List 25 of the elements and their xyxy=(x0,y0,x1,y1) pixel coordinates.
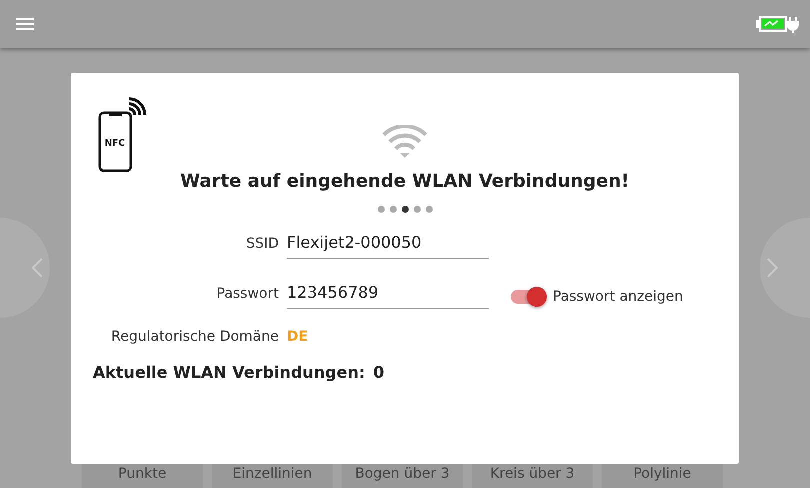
tool-button[interactable]: Polylinie xyxy=(602,462,723,488)
dialog-title: Warte auf eingehende WLAN Verbindungen! xyxy=(180,171,630,192)
menu-icon[interactable] xyxy=(16,18,34,30)
tool-button[interactable]: Bogen über 3 xyxy=(342,462,463,488)
chevron-left-icon[interactable] xyxy=(30,257,44,279)
pager-dot[interactable] xyxy=(402,206,408,213)
pager-dot[interactable] xyxy=(390,206,396,213)
tool-button[interactable]: Kreis über 3 xyxy=(472,462,593,488)
input-field[interactable]: 123456789 xyxy=(287,283,489,309)
wifi-icon xyxy=(382,125,428,159)
connections-label: Aktuelle WLAN Verbindungen: xyxy=(93,363,366,382)
connections-count: 0 xyxy=(373,363,385,382)
pager-dot[interactable] xyxy=(378,206,384,213)
field-label: SSID xyxy=(245,236,279,254)
toggle-label: Passwort anzeigen xyxy=(553,289,684,305)
domain-value: DE xyxy=(287,329,310,345)
domain-label: Regulatorische Domäne xyxy=(110,329,279,345)
chevron-right-icon[interactable] xyxy=(766,257,780,279)
toggle-switch[interactable] xyxy=(511,290,545,304)
tool-button[interactable]: Einzellinien xyxy=(212,462,333,488)
pager-dot[interactable] xyxy=(414,206,420,213)
field-label: Passwort xyxy=(216,286,279,304)
pager-dot[interactable] xyxy=(426,206,432,213)
tool-button[interactable]: Punkte xyxy=(82,462,203,488)
input-field[interactable]: Flexijet2-000050 xyxy=(287,233,489,259)
